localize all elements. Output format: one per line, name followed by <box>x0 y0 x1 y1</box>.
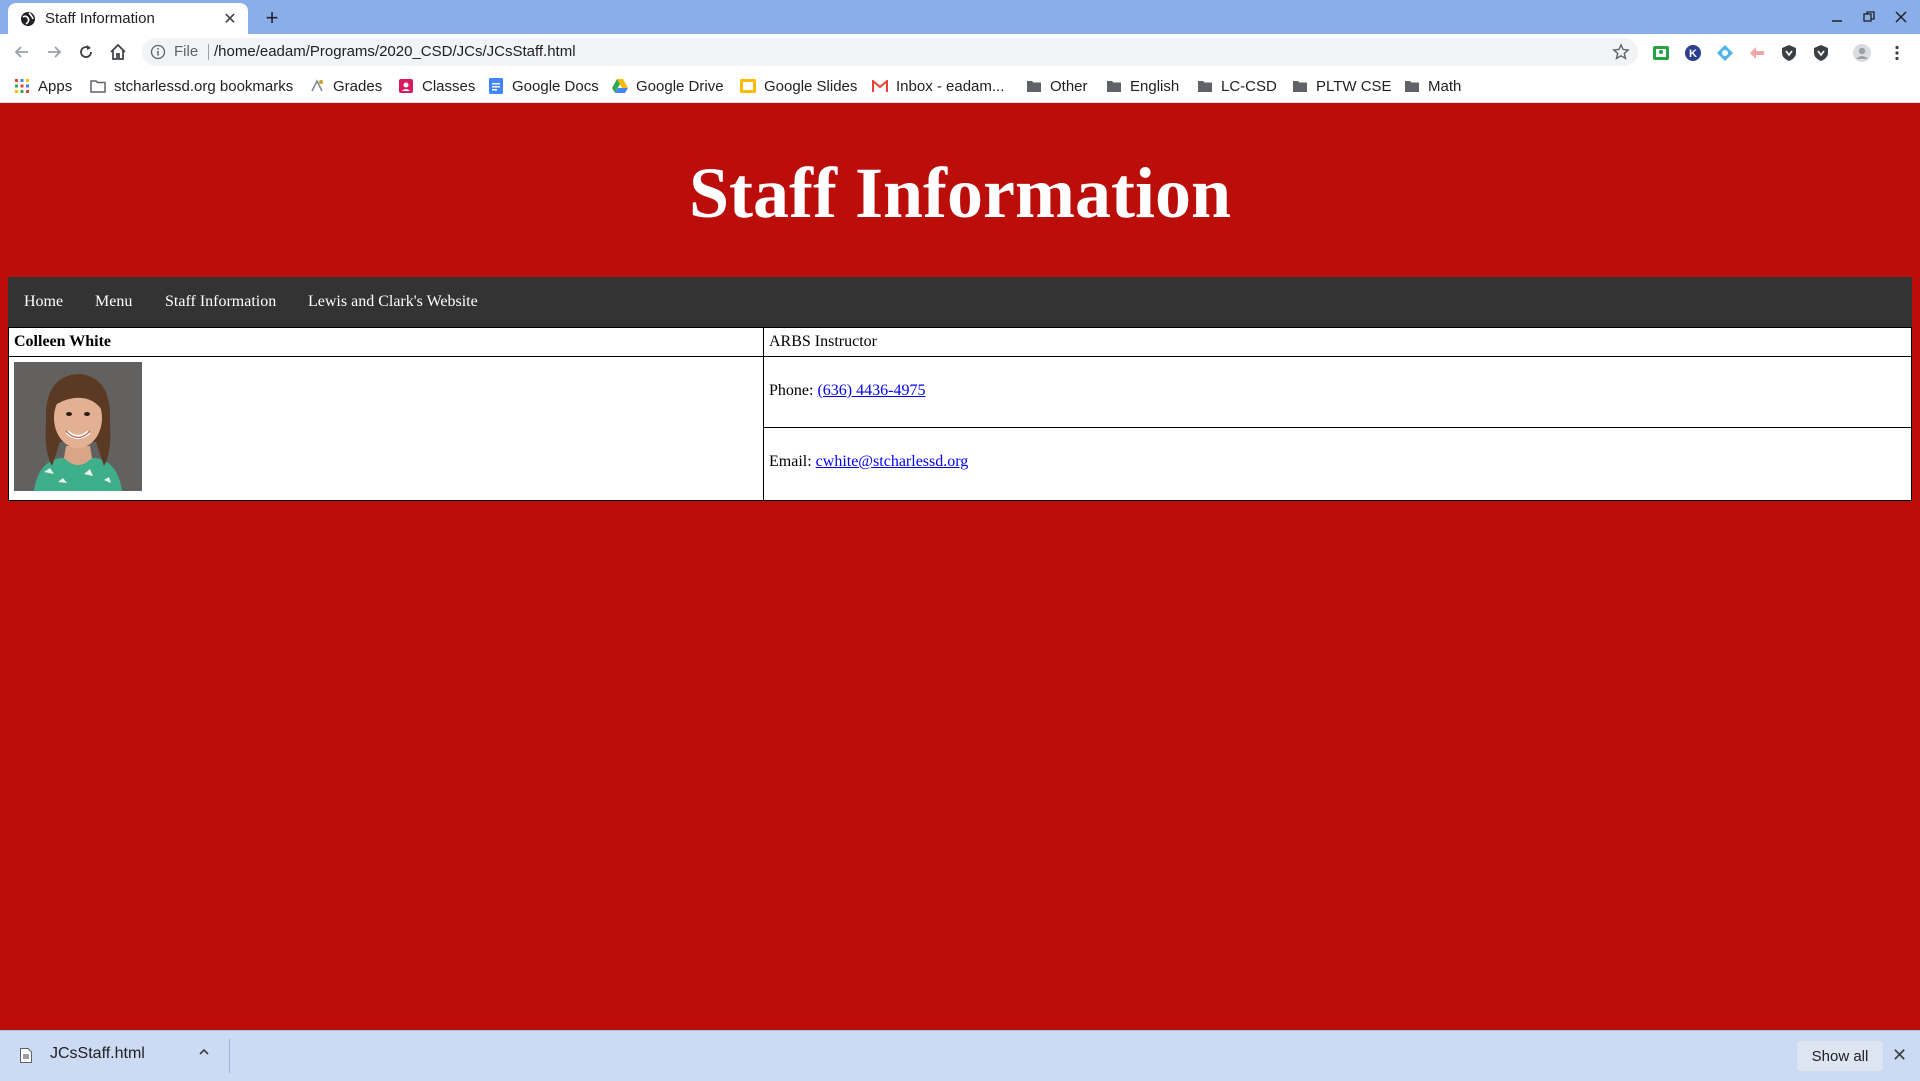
staff-table: Colleen White ARBS Instructor Phone: (63… <box>8 327 1912 501</box>
bookmark-label: Google Slides <box>764 77 858 95</box>
browser-tab[interactable]: Staff Information ✕ <box>8 3 248 34</box>
file-icon <box>20 1048 32 1063</box>
shield-extension-icon[interactable] <box>1812 44 1830 62</box>
tab-close-icon[interactable]: ✕ <box>220 9 240 29</box>
bookmark-folder-stcharlessd[interactable]: stcharlessd.org bookmarks <box>90 74 293 98</box>
bookmark-label: Inbox - eadam... <box>896 77 1005 95</box>
bookmark-label: Google Drive <box>636 77 724 95</box>
phone-link[interactable]: (636) 4436-4975 <box>817 382 925 399</box>
apps-grid-icon <box>14 78 30 94</box>
home-icon[interactable] <box>104 38 132 66</box>
bookmark-label: Google Docs <box>512 77 599 95</box>
table-column-divider <box>763 328 764 500</box>
classroom-extension-icon[interactable] <box>1652 44 1670 62</box>
browser-toolbar: File /home/eadam/Programs/2020_CSD/JCs/J… <box>0 34 1920 70</box>
scheme-label: File <box>174 43 199 60</box>
bookmarks-bar: Apps stcharlessd.org bookmarks Grades Cl… <box>0 70 1920 103</box>
page-title: Staff Information <box>689 153 1231 233</box>
close-download-shelf-icon[interactable]: ✕ <box>1892 1045 1907 1066</box>
new-tab-button[interactable]: + <box>260 6 284 30</box>
bookmark-google-drive[interactable]: Google Drive <box>612 74 724 98</box>
omnibox-divider <box>208 44 209 60</box>
bookmark-label: stcharlessd.org bookmarks <box>114 77 294 95</box>
google-drive-icon <box>612 78 628 94</box>
folder-icon <box>1197 78 1213 94</box>
folder-icon <box>1292 78 1308 94</box>
close-window-icon[interactable] <box>1889 6 1913 28</box>
bookmark-folder-lc-csd[interactable]: LC-CSD <box>1197 74 1277 98</box>
address-bar[interactable]: File /home/eadam/Programs/2020_CSD/JCs/J… <box>142 38 1638 66</box>
bookmark-folder-other[interactable]: Other <box>1026 74 1088 98</box>
download-divider <box>229 1039 230 1073</box>
gmail-icon <box>872 78 888 94</box>
bookmark-label: PLTW CSE <box>1316 77 1392 95</box>
info-icon[interactable] <box>150 44 166 60</box>
classroom-icon <box>398 78 414 94</box>
bookmark-label: Classes <box>422 77 476 95</box>
forward-icon[interactable] <box>40 38 68 66</box>
bookmark-folder-english[interactable]: English <box>1106 74 1179 98</box>
chevron-up-icon[interactable] <box>198 1045 210 1061</box>
page-content: Staff Information Home Menu Staff Inform… <box>0 103 1920 1030</box>
bookmark-label: Grades <box>333 77 383 95</box>
table-row-divider <box>763 427 1911 428</box>
pink-extension-icon[interactable] <box>1748 44 1766 62</box>
shield-extension-icon[interactable] <box>1780 44 1798 62</box>
phone-label: Phone: <box>769 382 814 399</box>
folder-icon <box>1404 78 1420 94</box>
nav-link-home[interactable]: Home <box>24 277 63 327</box>
globe-icon <box>20 11 36 27</box>
bookmark-label: Apps <box>38 77 73 95</box>
download-shelf: JCsStaff.html Show all ✕ <box>0 1030 1920 1081</box>
bookmark-label: Other <box>1050 77 1088 95</box>
site-navbar: Home Menu Staff Information Lewis and Cl… <box>8 277 1912 327</box>
staff-name: Colleen White <box>14 333 112 350</box>
download-filename: JCsStaff.html <box>50 1045 145 1062</box>
bookmark-label: Math <box>1428 77 1462 95</box>
restore-icon[interactable] <box>1857 6 1881 28</box>
email-link[interactable]: cwhite@stcharlessd.org <box>816 453 969 470</box>
nav-link-menu[interactable]: Menu <box>95 277 132 327</box>
staff-role: ARBS Instructor <box>769 333 877 350</box>
bookmark-google-slides[interactable]: Google Slides <box>740 74 857 98</box>
grades-icon <box>309 78 325 94</box>
bookmark-folder-pltw-cse[interactable]: PLTW CSE <box>1292 74 1392 98</box>
k-extension-icon[interactable]: K <box>1684 44 1702 62</box>
folder-icon <box>90 78 106 94</box>
bookmark-classes[interactable]: Classes <box>398 74 475 98</box>
download-item[interactable]: JCsStaff.html <box>0 1031 230 1081</box>
bookmark-grades[interactable]: Grades <box>309 74 382 98</box>
bookmark-inbox[interactable]: Inbox - eadam... <box>872 74 1004 98</box>
email-label: Email: <box>769 453 812 470</box>
bookmark-apps[interactable]: Apps <box>14 74 72 98</box>
staff-phone-row: Phone: (636) 4436-4975 <box>769 382 925 400</box>
google-slides-icon <box>740 78 756 94</box>
bookmark-google-docs[interactable]: Google Docs <box>488 74 599 98</box>
svg-text:K: K <box>1689 48 1697 60</box>
google-docs-icon <box>488 78 504 94</box>
show-all-button[interactable]: Show all <box>1797 1041 1883 1071</box>
folder-icon <box>1106 78 1122 94</box>
bookmark-star-icon[interactable] <box>1612 43 1630 61</box>
kebab-menu-icon[interactable] <box>1888 44 1906 62</box>
staff-photo <box>14 362 142 491</box>
bookmark-folder-math[interactable]: Math <box>1404 74 1461 98</box>
url-text[interactable]: /home/eadam/Programs/2020_CSD/JCs/JCsSta… <box>214 43 576 60</box>
reload-icon[interactable] <box>72 38 100 66</box>
minimize-icon[interactable] <box>1825 6 1849 28</box>
folder-icon <box>1026 78 1042 94</box>
bookmark-label: LC-CSD <box>1221 77 1277 95</box>
profile-avatar-icon[interactable] <box>1852 43 1872 63</box>
staff-email-row: Email: cwhite@stcharlessd.org <box>769 453 968 471</box>
back-icon[interactable] <box>8 38 36 66</box>
diamond-extension-icon[interactable] <box>1716 44 1734 62</box>
tab-title: Staff Information <box>45 10 155 27</box>
table-row-divider <box>9 356 1911 357</box>
nav-link-lewis-and-clark-website[interactable]: Lewis and Clark's Website <box>308 277 478 327</box>
bookmark-label: English <box>1130 77 1180 95</box>
nav-link-staff-information[interactable]: Staff Information <box>165 277 276 327</box>
tab-strip: Staff Information ✕ + <box>0 0 1920 34</box>
